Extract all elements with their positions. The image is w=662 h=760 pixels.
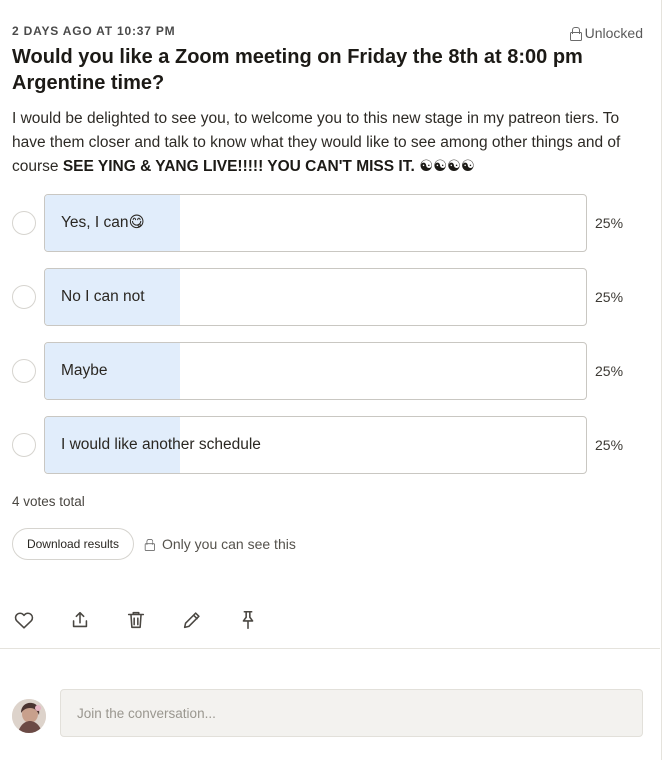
pencil-icon (183, 612, 200, 629)
divider (0, 648, 660, 649)
pin-icon (242, 610, 254, 630)
poll-option-bar[interactable]: No I can not (44, 268, 587, 326)
like-button[interactable] (10, 606, 38, 634)
poll-option-percent: 25% (595, 215, 624, 231)
trash-icon (127, 611, 145, 629)
poll-option-percent: 25% (595, 437, 624, 453)
poll-option-label: I would like another schedule (61, 436, 261, 453)
poll-option-percent: 25% (595, 363, 624, 379)
poll-option-radio[interactable] (12, 211, 36, 235)
poll-option-radio[interactable] (12, 433, 36, 457)
votes-total: 4 votes total (12, 494, 85, 509)
download-results-button[interactable]: Download results (12, 528, 134, 560)
comment-input[interactable] (60, 689, 643, 737)
lock-status-label: Unlocked (584, 25, 643, 41)
poll-option[interactable]: I would like another schedule 25% (12, 416, 642, 474)
poll-option[interactable]: Yes, I can😋 25% (12, 194, 642, 252)
lock-icon (144, 538, 155, 551)
poll-option-label: Maybe (61, 362, 108, 379)
poll-option-radio[interactable] (12, 285, 36, 309)
poll-option-bar[interactable]: Yes, I can😋 (44, 194, 587, 252)
poll-option-label: Yes, I can😋 (61, 214, 145, 231)
poll-option-label: No I can not (61, 288, 145, 305)
poll-option-bar[interactable]: Maybe (44, 342, 587, 400)
edit-button[interactable] (178, 606, 206, 634)
poll-option[interactable]: Maybe 25% (12, 342, 642, 400)
post-body: I would be delighted to see you, to welc… (12, 107, 642, 179)
poll-option-bar[interactable]: I would like another schedule (44, 416, 587, 474)
poll-post: 2 DAYS AGO AT 10:37 PM Unlocked Would yo… (0, 0, 662, 760)
poll-option-percent: 25% (595, 289, 624, 305)
poll-option[interactable]: No I can not 25% (12, 268, 642, 326)
post-body-emphasis: SEE YING & YANG LIVE!!!!! YOU CAN'T MISS… (62, 158, 475, 175)
lock-status: Unlocked (569, 25, 643, 41)
post-timestamp: 2 DAYS AGO AT 10:37 PM (12, 24, 176, 38)
share-icon (72, 611, 88, 628)
visibility-note: Only you can see this (144, 536, 296, 552)
heart-icon (14, 612, 34, 629)
lock-icon (569, 26, 582, 41)
pin-button[interactable] (234, 606, 262, 634)
visibility-note-text: Only you can see this (162, 536, 296, 552)
delete-button[interactable] (122, 606, 150, 634)
avatar (12, 699, 46, 733)
post-title: Would you like a Zoom meeting on Friday … (12, 46, 583, 94)
share-button[interactable] (66, 606, 94, 634)
poll-option-radio[interactable] (12, 359, 36, 383)
